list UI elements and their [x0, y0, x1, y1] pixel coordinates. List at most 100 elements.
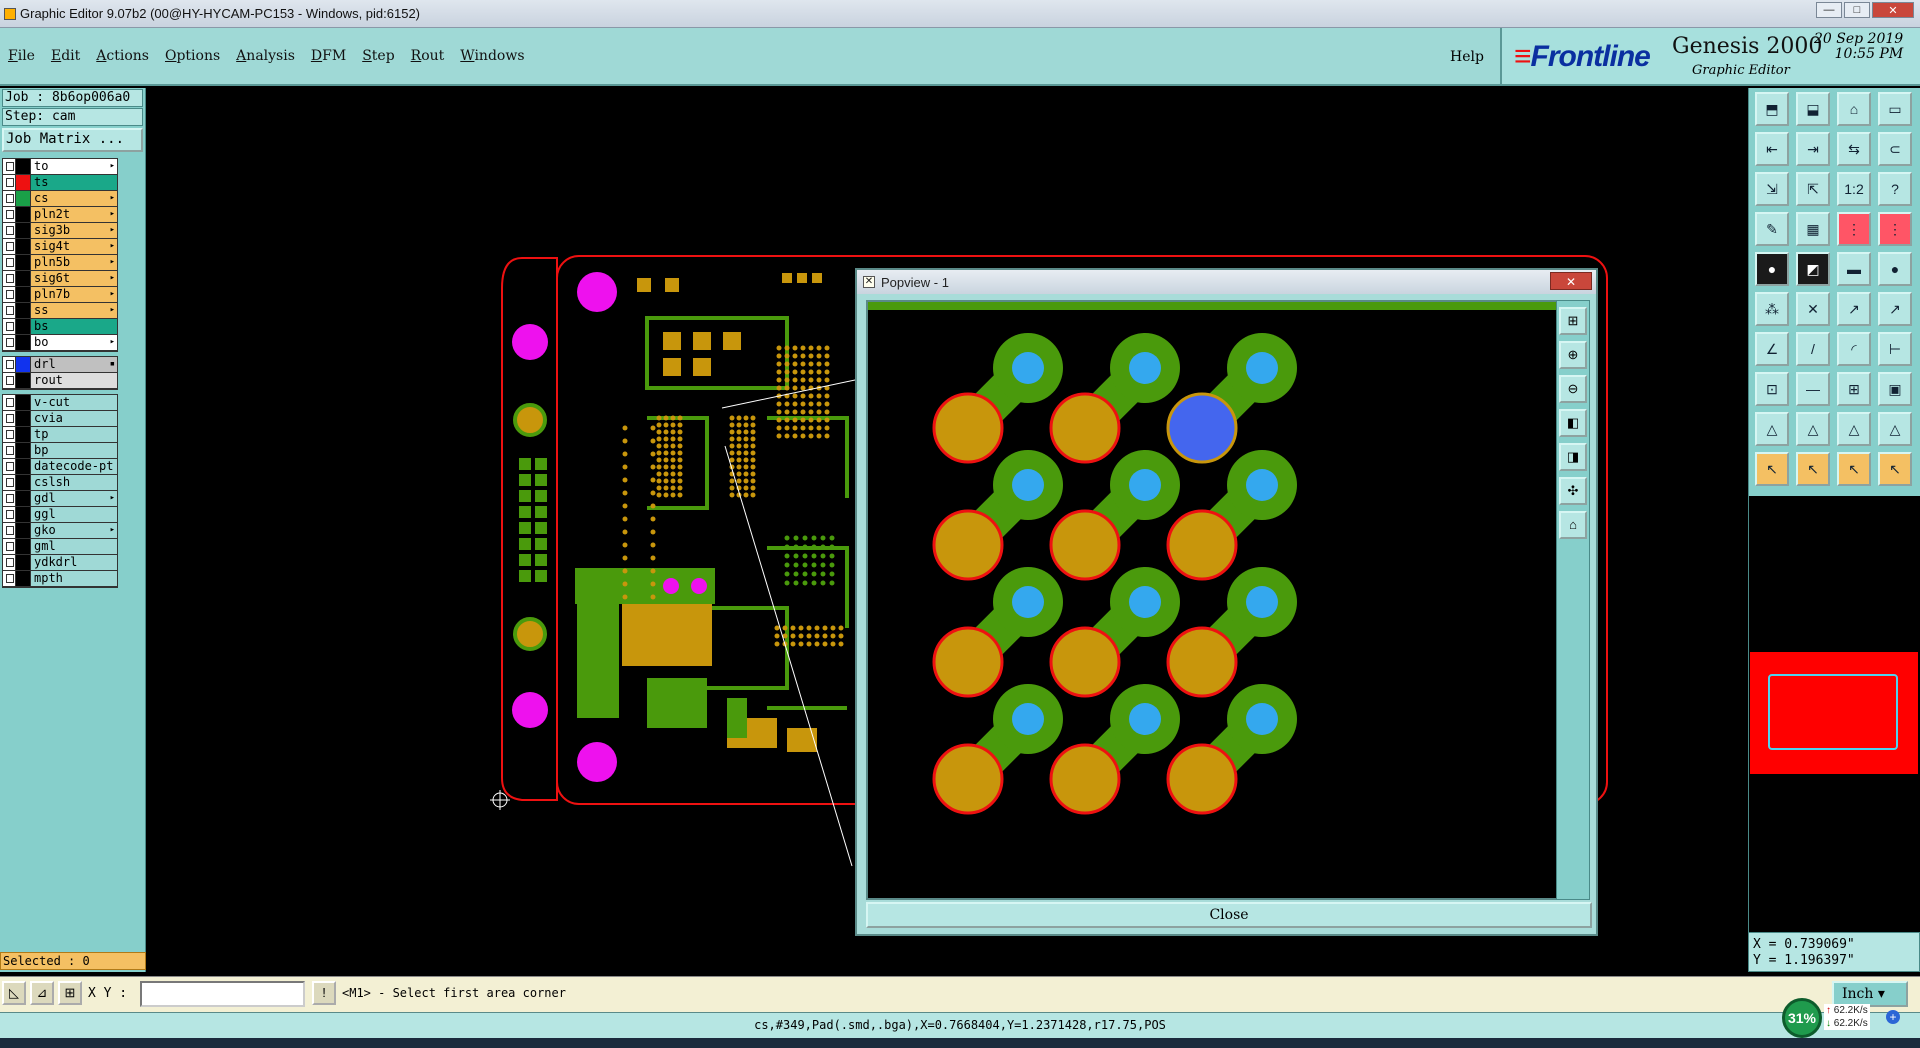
tool-icon-6-0[interactable]: ∠: [1755, 332, 1789, 366]
layer-checkbox[interactable]: [3, 507, 16, 522]
layer-name[interactable]: ydkdrl: [31, 555, 117, 570]
layer-checkbox[interactable]: [3, 491, 16, 506]
tool-icon-7-0[interactable]: ⊡: [1755, 372, 1789, 406]
layer-row-pln5b[interactable]: pln5b ▸: [3, 255, 117, 271]
layer-checkbox[interactable]: [3, 271, 16, 286]
bga-pad[interactable]: [1049, 392, 1121, 464]
bga-pad[interactable]: [932, 509, 1004, 581]
tool-icon-8-2[interactable]: △: [1837, 412, 1871, 446]
layer-name[interactable]: bo ▸: [31, 335, 117, 350]
minimap-viewport[interactable]: [1768, 674, 1898, 750]
job-matrix-button[interactable]: Job Matrix ...: [2, 128, 143, 152]
popview-zoom-out-icon[interactable]: ⊖: [1559, 375, 1587, 403]
layer-name[interactable]: rout: [31, 373, 117, 388]
layer-color-swatch[interactable]: [16, 507, 31, 522]
tool-icon-1-3[interactable]: ⊂: [1878, 132, 1912, 166]
layer-name[interactable]: datecode-pt: [31, 459, 117, 474]
layer-color-swatch[interactable]: [16, 427, 31, 442]
tool-icon-3-3[interactable]: ⋮: [1878, 212, 1912, 246]
layer-name[interactable]: ggl: [31, 507, 117, 522]
menu-step[interactable]: Step: [362, 48, 394, 64]
layer-checkbox[interactable]: [3, 207, 16, 222]
layer-color-swatch[interactable]: [16, 491, 31, 506]
popview-zoom-in-icon[interactable]: ⊕: [1559, 341, 1587, 369]
layer-name[interactable]: bs: [31, 319, 117, 334]
xy-input[interactable]: [140, 981, 305, 1007]
tool-icon-8-1[interactable]: △: [1796, 412, 1830, 446]
layer-checkbox[interactable]: [3, 319, 16, 334]
layer-color-swatch[interactable]: [16, 175, 31, 190]
layer-color-swatch[interactable]: [16, 159, 31, 174]
tool-icon-1-2[interactable]: ⇆: [1837, 132, 1871, 166]
layer-color-swatch[interactable]: [16, 191, 31, 206]
popview-home-icon[interactable]: ⌂: [1559, 511, 1587, 539]
bga-pad[interactable]: [1166, 509, 1238, 581]
layer-checkbox[interactable]: [3, 555, 16, 570]
menu-rout[interactable]: Rout: [411, 48, 445, 64]
menu-actions[interactable]: Actions: [96, 48, 149, 64]
tool-icon-3-2[interactable]: ⋮: [1837, 212, 1871, 246]
tool-icon-1-0[interactable]: ⇤: [1755, 132, 1789, 166]
minimap[interactable]: [1750, 652, 1918, 774]
bga-pad[interactable]: [1166, 626, 1238, 698]
layer-row-drl[interactable]: drl ▪: [3, 357, 117, 373]
layer-checkbox[interactable]: [3, 223, 16, 238]
menu-file[interactable]: File: [8, 48, 35, 64]
info-icon[interactable]: !: [312, 981, 336, 1005]
minimize-button[interactable]: —: [1816, 2, 1842, 18]
tool-icon-3-0[interactable]: ✎: [1755, 212, 1789, 246]
layer-color-swatch[interactable]: [16, 459, 31, 474]
layer-name[interactable]: cslsh: [31, 475, 117, 490]
bga-pad[interactable]: [1049, 509, 1121, 581]
tool-icon-4-3[interactable]: ●: [1878, 252, 1912, 286]
layer-row-to[interactable]: to ▸: [3, 159, 117, 175]
layer-color-swatch[interactable]: [16, 443, 31, 458]
layer-row-cslsh[interactable]: cslsh: [3, 475, 117, 491]
menu-edit[interactable]: Edit: [51, 48, 80, 64]
tool-icon-5-0[interactable]: ⁂: [1755, 292, 1789, 326]
popview-pan-right-icon[interactable]: ◨: [1559, 443, 1587, 471]
tool-icon-7-1[interactable]: —: [1796, 372, 1830, 406]
popview-titlebar[interactable]: ✕ Popview - 1: [857, 270, 1596, 294]
layer-name[interactable]: bp: [31, 443, 117, 458]
layer-row-v-cut[interactable]: v-cut: [3, 395, 117, 411]
tool-icon-2-3[interactable]: ?: [1878, 172, 1912, 206]
layer-name[interactable]: ss ▸: [31, 303, 117, 318]
layer-name[interactable]: pln7b ▸: [31, 287, 117, 302]
layer-color-swatch[interactable]: [16, 373, 31, 388]
layer-name[interactable]: v-cut: [31, 395, 117, 410]
tool-icon-7-3[interactable]: ▣: [1878, 372, 1912, 406]
layer-name[interactable]: tp: [31, 427, 117, 442]
popview-fit-icon[interactable]: ⊞: [1559, 307, 1587, 335]
layer-name[interactable]: cvia: [31, 411, 117, 426]
snap-icon[interactable]: ◺: [2, 981, 26, 1005]
layer-row-ts[interactable]: ts: [3, 175, 117, 191]
layer-row-sig6t[interactable]: sig6t ▸: [3, 271, 117, 287]
tool-icon-8-0[interactable]: △: [1755, 412, 1789, 446]
bga-pad[interactable]: [932, 392, 1004, 464]
layer-name[interactable]: ts: [31, 175, 117, 190]
layer-color-swatch[interactable]: [16, 523, 31, 538]
tool-icon-2-0[interactable]: ⇲: [1755, 172, 1789, 206]
layer-row-ggl[interactable]: ggl: [3, 507, 117, 523]
tool-icon-8-3[interactable]: △: [1878, 412, 1912, 446]
tool-icon-6-1[interactable]: /: [1796, 332, 1830, 366]
layer-color-swatch[interactable]: [16, 207, 31, 222]
layer-row-bs[interactable]: bs: [3, 319, 117, 335]
tool-icon-4-2[interactable]: ▬: [1837, 252, 1871, 286]
layer-name[interactable]: sig4t ▸: [31, 239, 117, 254]
tool-icon-9-3[interactable]: ↖: [1878, 452, 1912, 486]
bga-pad[interactable]: [1049, 626, 1121, 698]
tool-icon-0-1[interactable]: ⬓: [1796, 92, 1830, 126]
layer-color-swatch[interactable]: [16, 271, 31, 286]
layer-color-swatch[interactable]: [16, 411, 31, 426]
layer-color-swatch[interactable]: [16, 319, 31, 334]
layer-row-cvia[interactable]: cvia: [3, 411, 117, 427]
tool-icon-1-1[interactable]: ⇥: [1796, 132, 1830, 166]
popview-close-x-button[interactable]: ✕: [1550, 272, 1592, 290]
layer-row-sig3b[interactable]: sig3b ▸: [3, 223, 117, 239]
layer-name[interactable]: pln2t ▸: [31, 207, 117, 222]
maximize-button[interactable]: □: [1844, 2, 1870, 18]
menu-analysis[interactable]: Analysis: [236, 48, 295, 64]
layer-color-swatch[interactable]: [16, 555, 31, 570]
